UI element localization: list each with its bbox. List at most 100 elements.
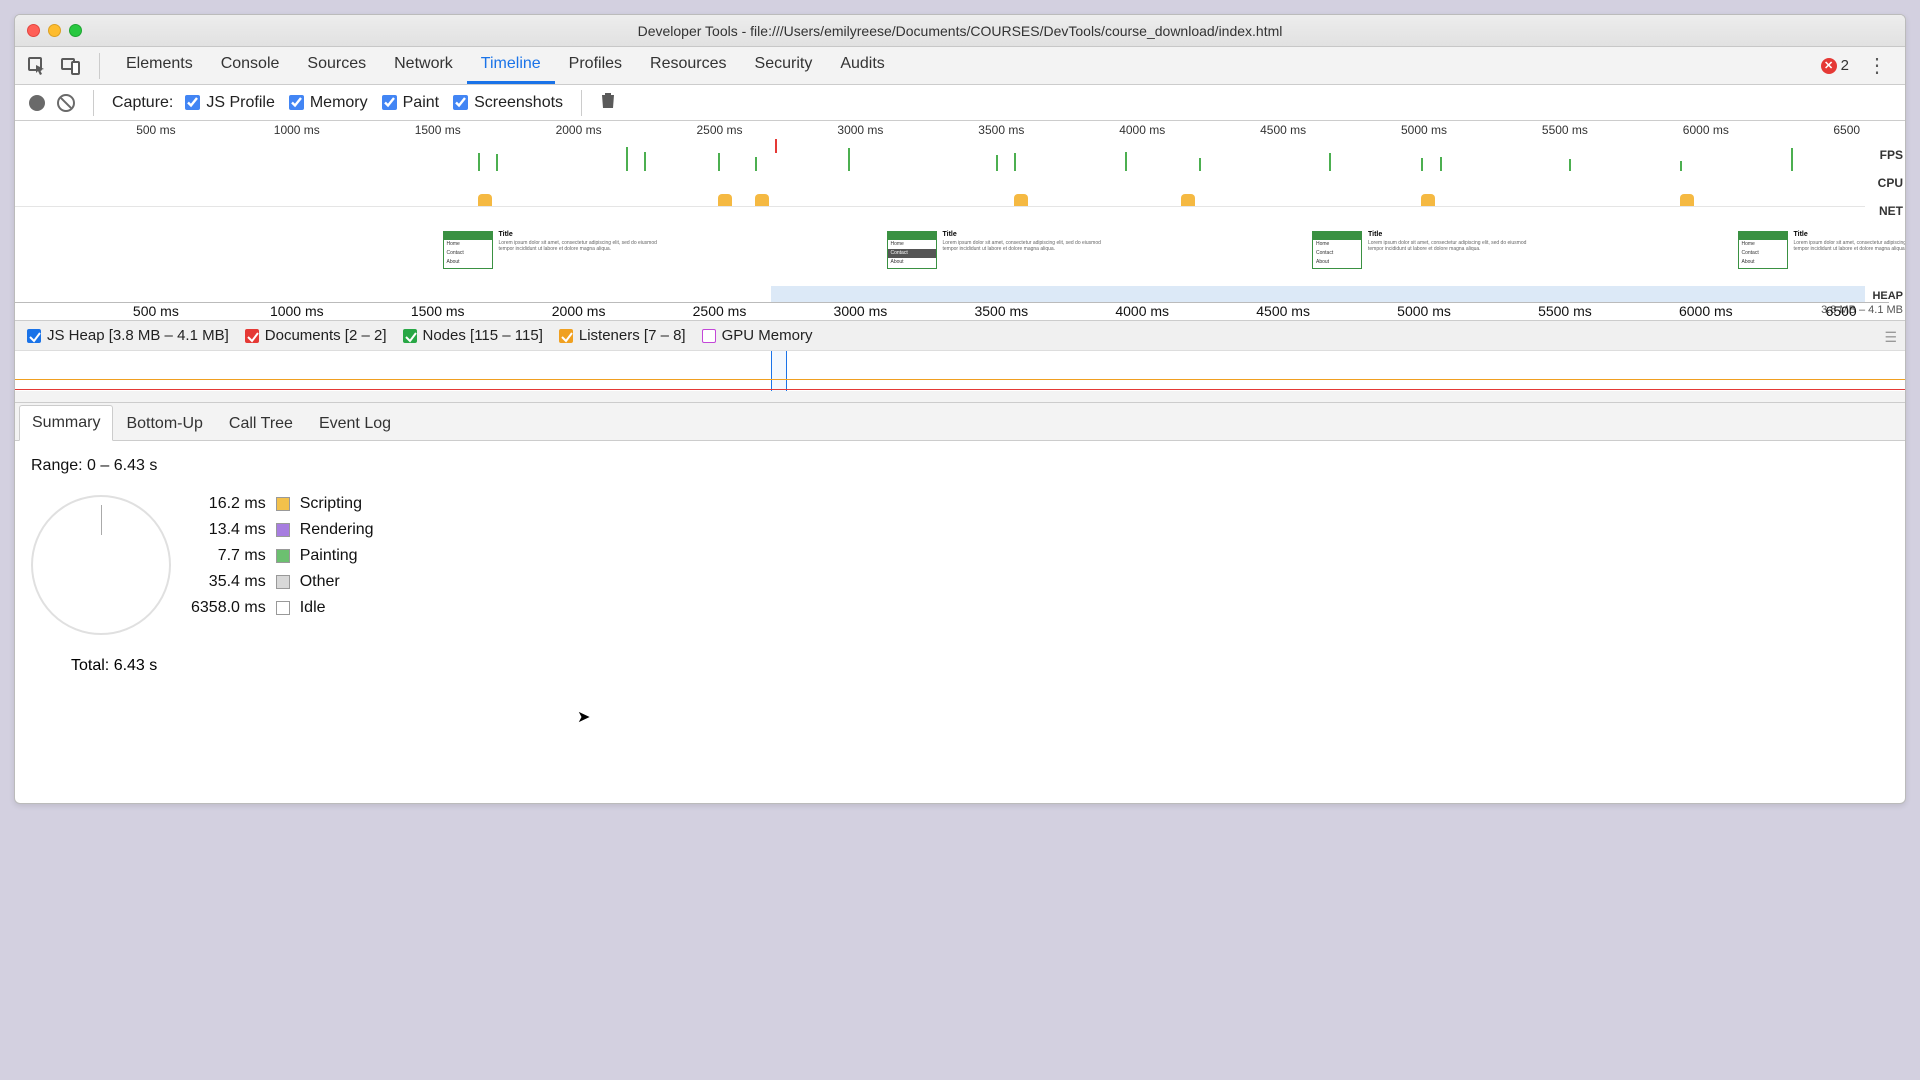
summary-pane: Range: 0 – 6.43 s Total: 6.43 s 16.2 msS… <box>15 441 1905 691</box>
minimize-window-button[interactable] <box>48 24 61 37</box>
capture-screenshots-checkbox[interactable] <box>453 95 468 110</box>
close-window-button[interactable] <box>27 24 40 37</box>
counter-legend: JS Heap [3.8 MB – 4.1 MB] Documents [2 – … <box>15 321 1905 351</box>
ruler-tick: 4000 ms <box>1119 123 1165 137</box>
counter-gpumem-label: GPU Memory <box>722 327 813 344</box>
legend-ms: 7.7 ms <box>191 547 266 565</box>
capture-memory[interactable]: Memory <box>289 94 368 112</box>
legend-label: Idle <box>300 599 374 617</box>
overview-ruler-bottom: 500 ms1000 ms1500 ms2000 ms2500 ms3000 m… <box>15 302 1889 320</box>
tab-sources[interactable]: Sources <box>293 47 380 84</box>
error-badge[interactable]: ✕ 2 <box>1821 57 1849 74</box>
net-row <box>15 211 1865 219</box>
tab-timeline[interactable]: Timeline <box>467 47 555 84</box>
summary-legend: 16.2 msScripting13.4 msRendering7.7 msPa… <box>191 495 374 617</box>
detail-tab-event-log[interactable]: Event Log <box>306 406 404 441</box>
fps-row <box>15 141 1865 171</box>
legend-label: Scripting <box>300 495 374 513</box>
hamburger-icon[interactable]: ☰ <box>1884 329 1897 346</box>
fps-bar <box>1680 161 1682 171</box>
counter-documents-checkbox[interactable] <box>245 329 259 343</box>
ruler-tick: 2000 ms <box>552 303 606 319</box>
ruler-tick: 6000 ms <box>1683 123 1729 137</box>
ruler-tick: 5500 ms <box>1538 303 1592 319</box>
main-tabbar: ElementsConsoleSourcesNetworkTimelinePro… <box>15 47 1905 85</box>
summary-donut-chart <box>31 495 171 635</box>
legend-swatch <box>276 523 290 537</box>
detail-tabs: SummaryBottom-UpCall TreeEvent Log <box>15 403 1905 441</box>
listeners-line <box>15 379 1905 380</box>
ruler-tick: 3000 ms <box>837 123 883 137</box>
legend-label: Painting <box>300 547 374 565</box>
counter-nodes-label: Nodes [115 – 115] <box>423 327 543 344</box>
capture-jsprofile-checkbox[interactable] <box>185 95 200 110</box>
tab-console[interactable]: Console <box>207 47 294 84</box>
ruler-tick: 6000 ms <box>1679 303 1733 319</box>
zoom-window-button[interactable] <box>69 24 82 37</box>
counter-gpumem-checkbox[interactable] <box>702 329 716 343</box>
net-label: NET <box>1878 197 1903 225</box>
legend-label: Other <box>300 573 374 591</box>
fps-bar <box>1791 148 1793 171</box>
record-button[interactable] <box>29 95 45 111</box>
legend-swatch <box>276 601 290 615</box>
counter-listeners[interactable]: Listeners [7 – 8] <box>559 327 686 344</box>
counter-listeners-checkbox[interactable] <box>559 329 573 343</box>
counter-listeners-label: Listeners [7 – 8] <box>579 327 686 344</box>
overview-pane[interactable]: 500 ms1000 ms1500 ms2000 ms2500 ms3000 m… <box>15 121 1905 321</box>
overview-ruler-top: 500 ms1000 ms1500 ms2000 ms2500 ms3000 m… <box>15 121 1889 139</box>
detail-tab-bottom-up[interactable]: Bottom-Up <box>113 406 215 441</box>
tab-audits[interactable]: Audits <box>826 47 898 84</box>
ruler-tick: 5000 ms <box>1401 123 1447 137</box>
capture-label: Capture: <box>112 94 173 112</box>
capture-paint[interactable]: Paint <box>382 94 439 112</box>
counter-documents[interactable]: Documents [2 – 2] <box>245 327 387 344</box>
capture-screenshots[interactable]: Screenshots <box>453 94 563 112</box>
more-menu-icon[interactable]: ⋮ <box>1859 53 1895 78</box>
tab-elements[interactable]: Elements <box>112 47 207 84</box>
ruler-tick: 2500 ms <box>696 123 742 137</box>
detail-tab-summary[interactable]: Summary <box>19 405 113 441</box>
capture-memory-checkbox[interactable] <box>289 95 304 110</box>
device-toggle-icon[interactable] <box>59 54 83 78</box>
counter-nodes-checkbox[interactable] <box>403 329 417 343</box>
cpu-bump <box>1680 194 1694 206</box>
legend-swatch <box>276 497 290 511</box>
cpu-bump <box>1014 194 1028 206</box>
inspect-icon[interactable] <box>25 54 49 78</box>
fps-bar <box>1421 158 1423 171</box>
fps-bar <box>626 147 628 171</box>
counters-pane: JS Heap [3.8 MB – 4.1 MB] Documents [2 – … <box>15 321 1905 403</box>
detail-tab-call-tree[interactable]: Call Tree <box>216 406 306 441</box>
counter-nodes[interactable]: Nodes [115 – 115] <box>403 327 543 344</box>
ruler-tick: 500 ms <box>133 303 179 319</box>
tab-security[interactable]: Security <box>741 47 827 84</box>
window-controls <box>27 24 82 37</box>
ruler-tick: 3500 ms <box>974 303 1028 319</box>
counter-chart[interactable] <box>15 351 1905 391</box>
trash-icon[interactable] <box>600 91 616 114</box>
filmstrip-thumb: HomeContactAboutTitleLorem ipsum dolor s… <box>1310 229 1530 273</box>
ruler-tick: 3000 ms <box>834 303 888 319</box>
cpu-bump <box>1421 194 1435 206</box>
counter-jsheap-checkbox[interactable] <box>27 329 41 343</box>
legend-swatch <box>276 575 290 589</box>
capture-jsprofile[interactable]: JS Profile <box>185 94 274 112</box>
legend-swatch <box>276 549 290 563</box>
filmstrip: HomeContactAboutTitleLorem ipsum dolor s… <box>15 229 1865 289</box>
legend-ms: 6358.0 ms <box>191 599 266 617</box>
legend-ms: 13.4 ms <box>191 521 266 539</box>
tab-network[interactable]: Network <box>380 47 467 84</box>
clear-button[interactable] <box>57 94 75 112</box>
tab-profiles[interactable]: Profiles <box>555 47 636 84</box>
capture-paint-checkbox[interactable] <box>382 95 397 110</box>
ruler-tick: 2000 ms <box>556 123 602 137</box>
filmstrip-thumb: HomeContactAboutTitleLorem ipsum dolor s… <box>1736 229 1906 273</box>
counter-gpumem[interactable]: GPU Memory <box>702 327 813 344</box>
fps-bar <box>718 153 720 171</box>
divider <box>99 53 100 79</box>
tab-resources[interactable]: Resources <box>636 47 740 84</box>
filmstrip-thumb: HomeContactAboutTitleLorem ipsum dolor s… <box>441 229 661 273</box>
counter-jsheap[interactable]: JS Heap [3.8 MB – 4.1 MB] <box>27 327 229 344</box>
fps-bar <box>1569 159 1571 171</box>
